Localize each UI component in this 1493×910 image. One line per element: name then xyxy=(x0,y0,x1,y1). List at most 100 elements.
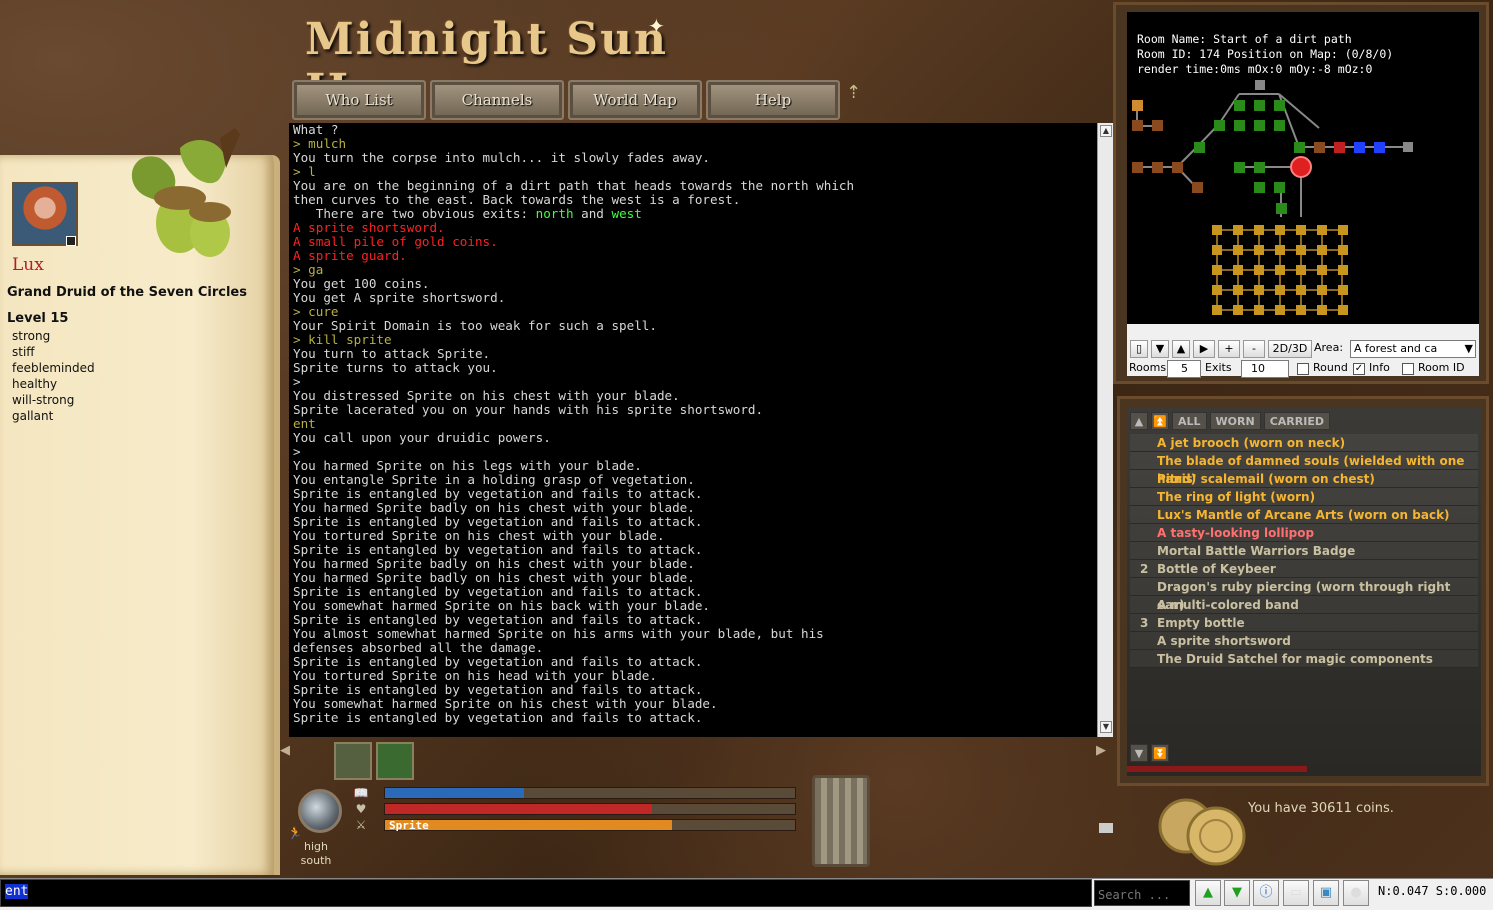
map-room[interactable] xyxy=(1254,245,1264,255)
map-right-button[interactable]: ▶ xyxy=(1193,340,1215,358)
area-select[interactable]: A forest and ca ▼ xyxy=(1350,340,1476,358)
inventory-item[interactable]: The Druid Satchel for magic components xyxy=(1130,650,1478,668)
scroll-bottom-icon[interactable]: ⏬ xyxy=(1151,744,1169,762)
map-room[interactable] xyxy=(1338,245,1348,255)
map-room[interactable] xyxy=(1317,305,1327,315)
inventory-item[interactable]: A tasty-looking lollipop xyxy=(1130,524,1478,542)
map-room[interactable] xyxy=(1275,305,1285,315)
trait-item: strong xyxy=(12,329,51,343)
info-icon[interactable]: ⓘ xyxy=(1253,880,1279,906)
map-room[interactable] xyxy=(1254,225,1264,235)
scroll-top-icon[interactable]: ⏫ xyxy=(1151,412,1169,430)
map-down-button[interactable]: ▼ xyxy=(1151,340,1169,358)
skill-button-forest[interactable] xyxy=(334,742,372,780)
map-room[interactable] xyxy=(1296,305,1306,315)
map-up-button[interactable]: ▲ xyxy=(1172,340,1190,358)
map-unlock-button[interactable]: ▯ xyxy=(1130,340,1148,358)
inventory-item-name: Lux's Mantle of Arcane Arts (worn on bac… xyxy=(1157,508,1450,522)
inventory-item[interactable]: 3 Empty bottle xyxy=(1130,614,1478,632)
map-room[interactable] xyxy=(1296,225,1306,235)
map-room[interactable] xyxy=(1338,305,1348,315)
map-room[interactable] xyxy=(1275,265,1285,275)
map-room[interactable] xyxy=(1233,245,1243,255)
scroll-up-icon[interactable]: ▲ xyxy=(1100,125,1112,137)
inventory-item[interactable]: The ring of light (worn) xyxy=(1130,488,1478,506)
info-checkbox[interactable]: ✓ xyxy=(1353,363,1365,375)
search-input[interactable]: Search ... xyxy=(1094,880,1190,906)
bomb-icon[interactable]: ● xyxy=(1343,880,1369,906)
tab-all[interactable]: ALL xyxy=(1172,412,1207,430)
inventory-item[interactable]: Pitris' scalemail (worn on chest) xyxy=(1130,470,1478,488)
inventory-item[interactable]: 2 Bottle of Keybeer xyxy=(1130,560,1478,578)
map-room[interactable] xyxy=(1275,225,1285,235)
tab-worn[interactable]: WORN xyxy=(1209,412,1261,430)
arrow-right-icon[interactable]: ▶ xyxy=(1096,743,1106,758)
nav-channels[interactable]: Channels xyxy=(430,80,564,120)
map-room[interactable] xyxy=(1338,265,1348,275)
inventory-item-name: Pitris' scalemail (worn on chest) xyxy=(1157,472,1375,486)
inventory-item[interactable]: A sprite shortsword xyxy=(1130,632,1478,650)
inventory-item[interactable]: The blade of damned souls (wielded with … xyxy=(1130,452,1478,486)
nav-who-list[interactable]: Who List xyxy=(292,80,426,120)
screen-icon[interactable]: ▣ xyxy=(1313,880,1339,906)
arrow-left-icon[interactable]: ◀ xyxy=(280,743,290,758)
map-2d3d-button[interactable]: 2D/3D xyxy=(1268,340,1312,358)
map-room[interactable] xyxy=(1233,225,1243,235)
map-room[interactable] xyxy=(1338,225,1348,235)
nav-help[interactable]: Help xyxy=(706,80,840,120)
map-room[interactable] xyxy=(1317,245,1327,255)
inventory-item[interactable]: Mortal Battle Warriors Badge xyxy=(1130,542,1478,560)
inventory-item[interactable]: A multi-colored band xyxy=(1130,596,1478,614)
map-room[interactable] xyxy=(1296,285,1306,295)
terminal-line: A sprite guard. xyxy=(293,248,407,263)
scroll-down-icon[interactable]: ▼ xyxy=(1100,721,1112,733)
green-down-icon[interactable]: ▼ xyxy=(1224,880,1250,906)
inventory-item[interactable]: Lux's Mantle of Arcane Arts (worn on bac… xyxy=(1130,506,1478,524)
terminal-line: defenses absorbed all the damage. xyxy=(293,640,544,655)
round-checkbox[interactable] xyxy=(1297,363,1309,375)
map-room[interactable] xyxy=(1212,305,1222,315)
exit-west[interactable]: west xyxy=(611,206,641,221)
map-room[interactable] xyxy=(1275,245,1285,255)
room-id-checkbox[interactable] xyxy=(1402,363,1414,375)
game-output-terminal[interactable]: What ? > mulch You turn the corpse into mu… xyxy=(289,123,1097,737)
map-room[interactable] xyxy=(1233,305,1243,315)
inventory-item[interactable]: A jet brooch (worn on neck) xyxy=(1130,434,1478,452)
rooms-stepper[interactable]: 5 xyxy=(1167,360,1201,378)
map-room[interactable] xyxy=(1212,225,1222,235)
nav-world-map[interactable]: World Map xyxy=(568,80,702,120)
map-room[interactable] xyxy=(1317,265,1327,275)
map-zoom-in-button[interactable]: + xyxy=(1218,340,1240,358)
compass-orb[interactable] xyxy=(298,789,342,833)
terminal-line: Sprite is entangled by vegetation and fa… xyxy=(293,542,703,557)
map-room[interactable] xyxy=(1317,225,1327,235)
map-room[interactable] xyxy=(1296,245,1306,255)
map-room[interactable] xyxy=(1233,285,1243,295)
terminal-line: Sprite is entangled by vegetation and fa… xyxy=(293,654,703,669)
tab-carried[interactable]: CARRIED xyxy=(1263,412,1330,430)
scroll-down-icon[interactable]: ▼ xyxy=(1130,744,1148,762)
terminal-scrollbar[interactable]: ▲ ▼ xyxy=(1097,123,1113,833)
map-room[interactable] xyxy=(1212,245,1222,255)
command-input[interactable]: ent xyxy=(0,879,1092,907)
map-room[interactable] xyxy=(1254,265,1264,275)
map-zoom-out-button[interactable]: - xyxy=(1243,340,1265,358)
map-room[interactable] xyxy=(1296,265,1306,275)
map-room[interactable] xyxy=(1317,285,1327,295)
window-icon[interactable]: ▭ xyxy=(1283,880,1309,906)
green-up-icon[interactable]: ▲ xyxy=(1195,880,1221,906)
scroll-thumb[interactable] xyxy=(1099,823,1113,833)
map-room[interactable] xyxy=(1233,265,1243,275)
map-room[interactable] xyxy=(1254,305,1264,315)
map-room[interactable] xyxy=(1338,285,1348,295)
map-room[interactable] xyxy=(1212,285,1222,295)
scroll-up-icon[interactable]: ▲ xyxy=(1130,412,1148,430)
skill-button-druid[interactable] xyxy=(376,742,414,780)
inventory-item[interactable]: Dragon's ruby piercing (worn through rig… xyxy=(1130,578,1478,612)
map-room[interactable] xyxy=(1275,285,1285,295)
exits-stepper[interactable]: 10 xyxy=(1241,360,1289,378)
exit-north[interactable]: north xyxy=(536,206,574,221)
map-room[interactable] xyxy=(1254,285,1264,295)
map-room[interactable] xyxy=(1212,265,1222,275)
arrow-up-icon[interactable]: ⇡ xyxy=(846,82,861,103)
